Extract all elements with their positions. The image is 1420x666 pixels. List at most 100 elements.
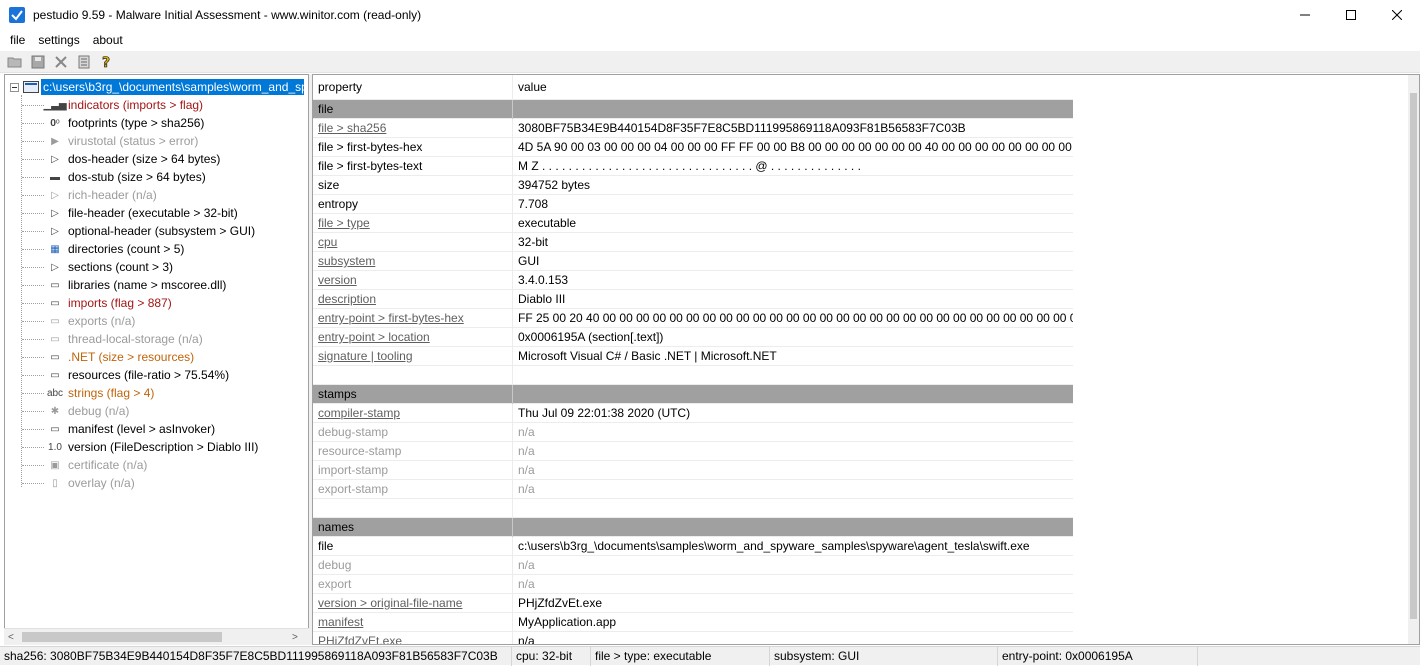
tree-item[interactable]: ▷ sections (count > 3) (5, 258, 308, 276)
scroll-right-icon[interactable]: > (292, 632, 298, 643)
tree-item[interactable]: abc strings (flag > 4) (5, 384, 308, 402)
tree-item[interactable]: 1.0 version (FileDescription > Diablo III… (5, 438, 308, 456)
table-row[interactable]: resource-stamp n/a (313, 441, 1073, 461)
table-row[interactable]: size 394752 bytes (313, 175, 1073, 195)
tree-item[interactable]: ▷ file-header (executable > 32-bit) (5, 204, 308, 222)
column-header-property[interactable]: property (313, 75, 513, 100)
table-row[interactable]: debug n/a (313, 555, 1073, 575)
table-row[interactable]: file > sha256 3080BF75B34E9B440154D8F35F7… (313, 118, 1073, 138)
table-row[interactable]: cpu 32-bit (313, 232, 1073, 252)
tree-item[interactable]: ▭ thread-local-storage (n/a) (5, 330, 308, 348)
table-row[interactable]: entropy 7.708 (313, 194, 1073, 214)
menu-settings[interactable]: settings (32, 33, 86, 47)
tree-item[interactable]: ▭ manifest (level > asInvoker) (5, 420, 308, 438)
table-row[interactable]: debug-stamp n/a (313, 422, 1073, 442)
tree-item-label: debug (n/a) (68, 404, 130, 418)
scroll-thumb[interactable] (1410, 93, 1417, 619)
tree-item[interactable]: ✱ debug (n/a) (5, 402, 308, 420)
table-row[interactable]: file > first-bytes-text M Z . . . . . . .… (313, 156, 1073, 176)
property-text[interactable]: PHjZfdZvEt.exe (318, 634, 402, 644)
table-row[interactable] (313, 498, 1073, 518)
tree-item[interactable]: ▭ .NET (size > resources) (5, 348, 308, 366)
section-row[interactable]: file (313, 99, 1073, 119)
property-cell: size (313, 175, 513, 195)
value-text: 32-bit (518, 235, 549, 249)
console-icon: ▬ (50, 171, 60, 183)
property-cell: file (313, 536, 513, 556)
property-text[interactable]: version > original-file-name (318, 596, 462, 610)
table-vertical-scrollbar[interactable] (1408, 75, 1419, 644)
scroll-thumb[interactable] (22, 632, 222, 642)
tree-item[interactable]: ▬ dos-stub (size > 64 bytes) (5, 168, 308, 186)
property-text[interactable]: compiler-stamp (318, 406, 400, 420)
tree-item[interactable]: 𝟎ᵒ footprints (type > sha256) (5, 114, 308, 132)
table-row[interactable]: entry-point > first-bytes-hex FF 25 00 20… (313, 308, 1073, 328)
value-text: c:\users\b3rg_\documents\samples\worm_an… (518, 539, 1030, 553)
property-text[interactable]: manifest (318, 615, 363, 629)
table-row[interactable]: version 3.4.0.153 (313, 270, 1073, 290)
table-row[interactable]: subsystem GUI (313, 251, 1073, 271)
list-icon[interactable] (75, 53, 93, 71)
property-text[interactable]: signature | tooling (318, 349, 413, 363)
property-text[interactable]: cpu (318, 235, 337, 249)
value-text: 3.4.0.153 (518, 273, 569, 287)
tree-item[interactable]: ▭ imports (flag > 887) (5, 294, 308, 312)
table-row[interactable]: compiler-stamp Thu Jul 09 22:01:38 2020 (… (313, 403, 1073, 423)
column-header-value[interactable]: value (513, 75, 1073, 100)
table-row[interactable]: file c:\users\b3rg_\documents\samples\wor… (313, 536, 1073, 556)
tree-item[interactable]: ▶ virustotal (status > error) (5, 132, 308, 150)
bar-chart-icon: ▁▃▅ (43, 99, 67, 111)
property-cell: file > first-bytes-text (313, 156, 513, 176)
tree-root[interactable]: c:\users\b3rg_\documents\samples\worm_an… (10, 78, 304, 96)
tree-item[interactable]: ▷ rich-header (n/a) (5, 186, 308, 204)
property-text[interactable]: subsystem (318, 254, 375, 268)
table-row[interactable]: version > original-file-name PHjZfdZvEt.e… (313, 593, 1073, 613)
tree-item[interactable]: ▁▃▅ indicators (imports > flag) (5, 96, 308, 114)
table-row[interactable]: file > type executable (313, 213, 1073, 233)
tree-item[interactable]: ▭ resources (file-ratio > 75.54%) (5, 366, 308, 384)
table-row[interactable]: description Diablo III (313, 289, 1073, 309)
minimize-button[interactable] (1282, 0, 1328, 30)
tree-item[interactable]: ▭ libraries (name > mscoree.dll) (5, 276, 308, 294)
property-text[interactable]: entry-point > first-bytes-hex (318, 311, 464, 325)
property-text: export (318, 577, 352, 591)
table-row[interactable]: PHjZfdZvEt.exe n/a (313, 631, 1073, 644)
tree-root-label[interactable]: c:\users\b3rg_\documents\samples\worm_an… (41, 79, 304, 95)
resources-icon: ▭ (50, 369, 60, 381)
table-row[interactable]: import-stamp n/a (313, 460, 1073, 480)
property-text: export-stamp (318, 482, 389, 496)
table-row[interactable]: signature | tooling Microsoft Visual C# /… (313, 346, 1073, 366)
tree-item[interactable]: ▦ directories (count > 5) (5, 240, 308, 258)
table-row[interactable]: export n/a (313, 574, 1073, 594)
collapse-toggle-icon[interactable] (10, 82, 19, 92)
table-row[interactable] (313, 365, 1073, 385)
table-row[interactable]: file > first-bytes-hex 4D 5A 90 00 03 00 … (313, 137, 1073, 157)
tree-item[interactable]: ▷ optional-header (subsystem > GUI) (5, 222, 308, 240)
scroll-left-icon[interactable]: < (8, 632, 14, 643)
tree-item[interactable]: ▷ dos-header (size > 64 bytes) (5, 150, 308, 168)
property-cell: export-stamp (313, 479, 513, 499)
property-text[interactable]: description (318, 292, 376, 306)
tree-horizontal-scrollbar[interactable]: < > (4, 628, 309, 645)
maximize-button[interactable] (1328, 0, 1374, 30)
section-row[interactable]: stamps (313, 384, 1073, 404)
table-row[interactable]: entry-point > location 0x0006195A (sectio… (313, 327, 1073, 347)
help-icon[interactable]: ? (98, 53, 116, 71)
save-icon[interactable] (29, 53, 47, 71)
property-text[interactable]: file > type (318, 216, 370, 230)
menu-file[interactable]: file (0, 33, 32, 47)
table-row[interactable]: manifest MyApplication.app (313, 612, 1073, 632)
open-folder-icon[interactable] (6, 53, 24, 71)
property-text[interactable]: file > sha256 (318, 121, 386, 135)
arrow-icon: ▷ (51, 189, 59, 201)
section-row[interactable]: names (313, 517, 1073, 537)
menu-about[interactable]: about (87, 33, 130, 47)
tree-item[interactable]: ▯ overlay (n/a) (5, 474, 308, 492)
property-text[interactable]: entry-point > location (318, 330, 430, 344)
table-row[interactable]: export-stamp n/a (313, 479, 1073, 499)
tree-item[interactable]: ▭ exports (n/a) (5, 312, 308, 330)
close-button[interactable] (1374, 0, 1420, 30)
property-text[interactable]: version (318, 273, 357, 287)
tree-item[interactable]: ▣ certificate (n/a) (5, 456, 308, 474)
close-file-icon[interactable] (52, 53, 70, 71)
